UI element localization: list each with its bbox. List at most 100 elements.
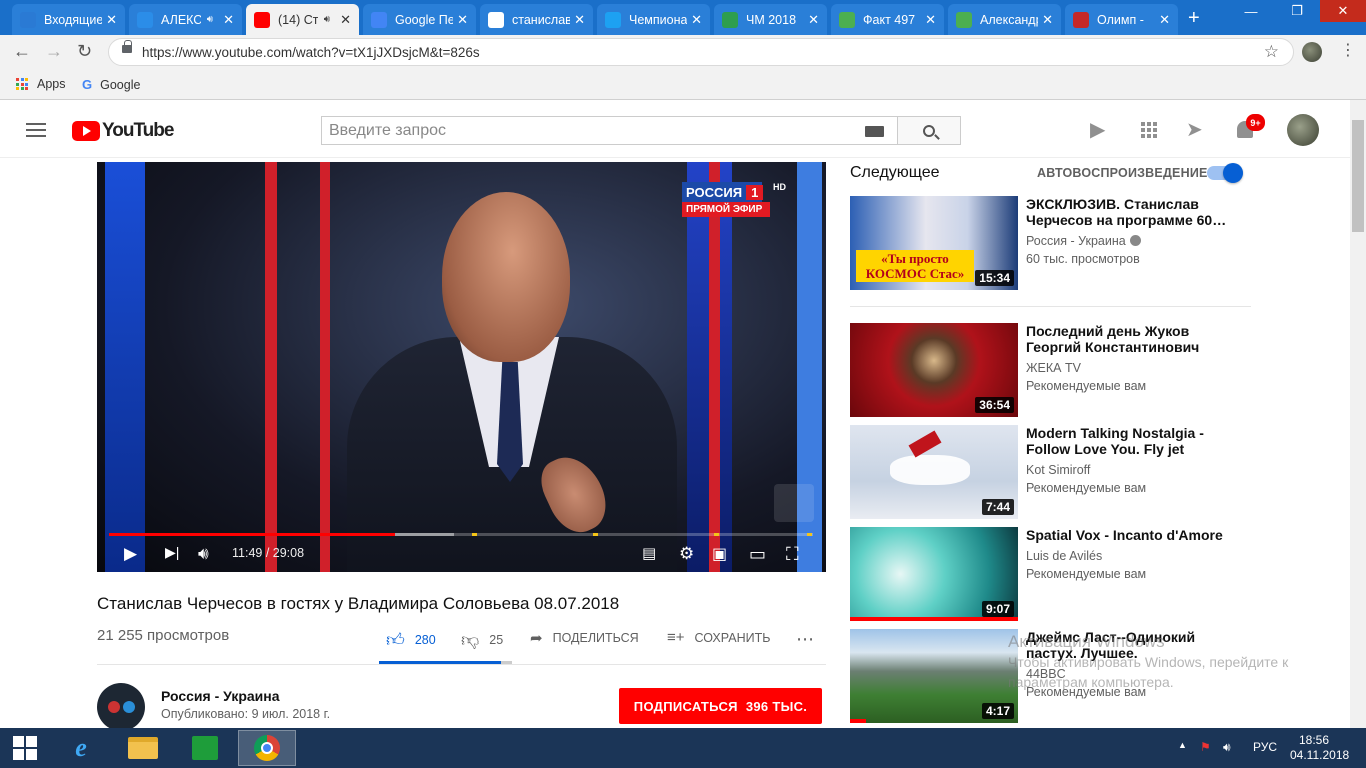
- browser-tab[interactable]: Факт 497 ✕: [831, 4, 944, 35]
- internet-explorer-icon[interactable]: e: [52, 730, 110, 766]
- address-bar[interactable]: https://www.youtube.com/watch?v=tX1jJXDs…: [108, 38, 1294, 66]
- recommended-title[interactable]: ЭКСКЛЮЗИВ. Станислав Черчесов на програм…: [1026, 196, 1236, 228]
- language-indicator[interactable]: РУС: [1253, 740, 1277, 754]
- apps-icon[interactable]: [1141, 122, 1157, 138]
- browser-tab[interactable]: (14) Станислав 🔊︎ ✕: [246, 4, 359, 35]
- keyboard-icon[interactable]: [865, 126, 884, 137]
- url-text[interactable]: https://www.youtube.com/watch?v=tX1jJXDs…: [142, 45, 480, 60]
- tab-audio-icon[interactable]: 🔊︎: [207, 14, 213, 25]
- new-tab-button[interactable]: +: [1188, 7, 1200, 30]
- recommended-title[interactable]: Последний день Жуков Георгий Константино…: [1026, 323, 1236, 355]
- like-button[interactable]: 👍︎ 280: [386, 629, 436, 651]
- next-icon[interactable]: ▶|: [165, 544, 179, 561]
- more-actions-icon[interactable]: ⋯: [796, 629, 814, 650]
- bookmark-star-icon[interactable]: ☆: [1264, 42, 1279, 62]
- close-tab-icon[interactable]: ✕: [574, 12, 585, 28]
- share-button[interactable]: ➦ ПОДЕЛИТЬСЯ: [530, 629, 639, 647]
- scrollbar-thumb[interactable]: [1352, 120, 1364, 232]
- restore-button[interactable]: ❐: [1274, 0, 1320, 22]
- play-icon[interactable]: ▶: [124, 544, 137, 564]
- close-tab-icon[interactable]: ✕: [223, 12, 234, 28]
- volume-icon[interactable]: 🔊︎: [198, 544, 209, 564]
- miniplayer-icon[interactable]: ▣: [712, 544, 727, 564]
- browser-tab[interactable]: Входящие ✕: [12, 4, 125, 35]
- close-tab-icon[interactable]: ✕: [925, 12, 936, 28]
- close-tab-icon[interactable]: ✕: [1159, 12, 1170, 28]
- chrome-taskbar-icon[interactable]: [238, 730, 296, 766]
- bookmark-google[interactable]: G Google: [82, 77, 140, 92]
- search-input[interactable]: [322, 117, 842, 144]
- youtube-logo[interactable]: YouTube: [72, 120, 174, 142]
- video-title: Станислав Черчесов в гостях у Владимира …: [97, 594, 620, 613]
- bookmark-apps-label: Apps: [37, 77, 66, 91]
- close-window-button[interactable]: ✕: [1320, 0, 1366, 22]
- browser-tab[interactable]: станислав ✕: [480, 4, 593, 35]
- channel-name[interactable]: Россия - Украина: [161, 688, 280, 704]
- minimize-button[interactable]: —: [1228, 0, 1274, 22]
- volume-tray-icon[interactable]: 🔊︎: [1223, 740, 1231, 755]
- search-button[interactable]: [897, 116, 961, 145]
- bookmark-apps[interactable]: Apps: [16, 77, 66, 91]
- close-tab-icon[interactable]: ✕: [691, 12, 702, 28]
- recommended-title[interactable]: Spatial Vox - Incanto d'Amore: [1026, 527, 1236, 543]
- forward-button[interactable]: →: [45, 41, 63, 62]
- tray-overflow-icon[interactable]: ▲: [1178, 740, 1187, 750]
- video-thumbnail[interactable]: «Ты просто КОСМОС Стас» 15:34: [850, 196, 1018, 290]
- video-thumbnail[interactable]: 4:17: [850, 629, 1018, 723]
- recommended-channel[interactable]: Россия - Украина: [1026, 234, 1141, 248]
- autoplay-toggle[interactable]: [1207, 163, 1243, 183]
- recommended-video[interactable]: 9:07 Spatial Vox - Incanto d'Amore Luis …: [850, 527, 1250, 621]
- network-icon[interactable]: ⚑: [1200, 740, 1211, 754]
- recommended-title[interactable]: Modern Talking Nostalgia - Follow Love Y…: [1026, 425, 1236, 457]
- video-thumbnail[interactable]: 36:54: [850, 323, 1018, 417]
- channel-watermark[interactable]: [774, 484, 814, 522]
- messages-icon[interactable]: ➤: [1186, 117, 1203, 142]
- save-button[interactable]: ≡+ СОХРАНИТЬ: [667, 629, 770, 646]
- browser-tab[interactable]: ЧМ 2018 ✕: [714, 4, 827, 35]
- video-player[interactable]: РОССИЯ 1 ПРЯМОЙ ЭФИР HD ▶ ▶| 🔊︎ 11:49 / 2…: [97, 162, 826, 572]
- recommended-channel[interactable]: Luis de Avilés: [1026, 549, 1102, 563]
- recommended-video[interactable]: «Ты просто КОСМОС Стас» 15:34 ЭКСКЛЮЗИВ.…: [850, 196, 1250, 290]
- browser-tab[interactable]: Александр ✕: [948, 4, 1061, 35]
- publish-date: Опубликовано: 9 июл. 2018 г.: [161, 707, 331, 721]
- tab-audio-icon[interactable]: 🔊︎: [324, 14, 330, 25]
- video-thumbnail[interactable]: 7:44: [850, 425, 1018, 519]
- green-square-icon: [956, 11, 972, 28]
- browser-tab[interactable]: Олимп - ✕: [1065, 4, 1178, 35]
- twitter-icon: [605, 11, 621, 28]
- reload-button[interactable]: ↻: [77, 41, 92, 62]
- start-button[interactable]: [0, 730, 50, 766]
- recommended-channel[interactable]: Kot Simiroff: [1026, 463, 1090, 477]
- close-tab-icon[interactable]: ✕: [457, 12, 468, 28]
- browser-profile-avatar[interactable]: [1302, 42, 1322, 62]
- close-tab-icon[interactable]: ✕: [1042, 12, 1053, 28]
- browser-tab[interactable]: Чемпионат ✕: [597, 4, 710, 35]
- menu-icon[interactable]: [26, 123, 46, 141]
- file-explorer-icon[interactable]: [114, 730, 172, 766]
- progress-bar[interactable]: [109, 533, 813, 536]
- back-button[interactable]: ←: [13, 41, 31, 62]
- recommended-video[interactable]: 36:54 Последний день Жуков Георгий Конст…: [850, 323, 1250, 417]
- theater-mode-icon[interactable]: ▭: [749, 544, 766, 565]
- recommended-channel[interactable]: ЖЕКА TV: [1026, 361, 1081, 375]
- browser-tab[interactable]: АЛЕКСАНДР 🔊︎ ✕: [129, 4, 242, 35]
- close-tab-icon[interactable]: ✕: [808, 12, 819, 28]
- fullscreen-icon[interactable]: ⛶: [786, 544, 799, 565]
- browser-menu-icon[interactable]: ⋮: [1340, 40, 1356, 60]
- close-tab-icon[interactable]: ✕: [106, 12, 117, 28]
- subscribe-button[interactable]: ПОДПИСАТЬСЯ 396 ТЫС.: [619, 688, 822, 724]
- video-thumbnail[interactable]: 9:07: [850, 527, 1018, 621]
- lock-icon: [122, 40, 132, 53]
- browser-tab[interactable]: Google Переводчик✕: [363, 4, 476, 35]
- store-icon[interactable]: [176, 730, 234, 766]
- create-video-icon[interactable]: ▶︎: [1090, 117, 1105, 142]
- page-scrollbar[interactable]: [1350, 100, 1366, 728]
- channel-avatar[interactable]: [97, 683, 145, 731]
- account-avatar[interactable]: [1287, 114, 1319, 146]
- settings-gear-icon[interactable]: ⚙: [679, 544, 694, 564]
- close-tab-icon[interactable]: ✕: [340, 12, 351, 28]
- system-clock[interactable]: 18:56 04.11.2018: [1290, 733, 1349, 763]
- dislike-button[interactable]: 👎︎ 25: [461, 629, 503, 651]
- recommended-video[interactable]: 7:44 Modern Talking Nostalgia - Follow L…: [850, 425, 1250, 519]
- subtitles-icon[interactable]: ▤: [642, 544, 656, 562]
